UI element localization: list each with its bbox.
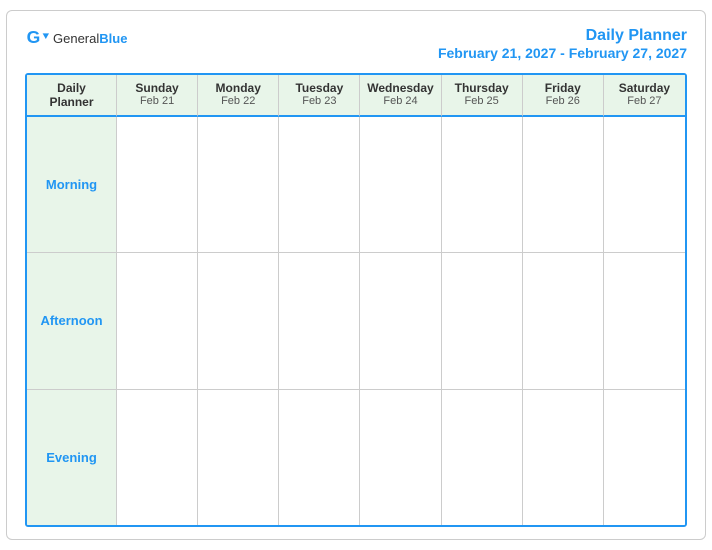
label-evening: Evening — [27, 390, 117, 525]
title-block: Daily Planner February 21, 2027 - Februa… — [438, 27, 687, 61]
morning-sat[interactable] — [604, 117, 685, 252]
logo-blue: Blue — [99, 31, 127, 46]
evening-mon[interactable] — [198, 390, 279, 525]
header: G GeneralBlue Daily Planner February 21,… — [25, 27, 687, 61]
logo-icon: G — [25, 27, 49, 51]
page: G GeneralBlue Daily Planner February 21,… — [6, 10, 706, 540]
header-date-0: Feb 21 — [121, 95, 193, 107]
header-col-0: Sunday Feb 21 — [117, 75, 198, 117]
afternoon-sat[interactable] — [604, 253, 685, 388]
afternoon-mon[interactable] — [198, 253, 279, 388]
morning-tue[interactable] — [279, 117, 360, 252]
header-day-5: Friday — [527, 81, 599, 95]
evening-fri[interactable] — [523, 390, 604, 525]
logo: G GeneralBlue — [25, 27, 127, 51]
afternoon-fri[interactable] — [523, 253, 604, 388]
header-date-3: Feb 24 — [364, 95, 436, 107]
evening-sat[interactable] — [604, 390, 685, 525]
header-date-5: Feb 26 — [527, 95, 599, 107]
evening-wed[interactable] — [360, 390, 441, 525]
header-date-1: Feb 22 — [202, 95, 274, 107]
header-day-0: Sunday — [121, 81, 193, 95]
header-col-5: Friday Feb 26 — [523, 75, 604, 117]
morning-fri[interactable] — [523, 117, 604, 252]
header-col-1: Monday Feb 22 — [198, 75, 279, 117]
row-evening: Evening — [27, 390, 685, 525]
header-day-6: Saturday — [608, 81, 681, 95]
header-date-4: Feb 25 — [446, 95, 518, 107]
logo-text: GeneralBlue — [53, 31, 127, 47]
afternoon-thu[interactable] — [442, 253, 523, 388]
header-day-4: Thursday — [446, 81, 518, 95]
calendar-header-row: Daily Planner Sunday Feb 21 Monday Feb 2… — [27, 75, 685, 117]
label-morning: Morning — [27, 117, 117, 252]
morning-sun[interactable] — [117, 117, 198, 252]
date-range: February 21, 2027 - February 27, 2027 — [438, 45, 687, 61]
morning-mon[interactable] — [198, 117, 279, 252]
afternoon-wed[interactable] — [360, 253, 441, 388]
morning-thu[interactable] — [442, 117, 523, 252]
calendar: Daily Planner Sunday Feb 21 Monday Feb 2… — [25, 73, 687, 527]
header-date-6: Feb 27 — [608, 95, 681, 107]
afternoon-tue[interactable] — [279, 253, 360, 388]
main-title: Daily Planner — [438, 27, 687, 45]
morning-wed[interactable] — [360, 117, 441, 252]
header-day-3: Wednesday — [364, 81, 436, 95]
label-afternoon: Afternoon — [27, 253, 117, 388]
calendar-body: Morning Afternoon — [27, 117, 685, 525]
svg-text:G: G — [27, 27, 41, 47]
header-date-2: Feb 23 — [283, 95, 355, 107]
header-day-2: Tuesday — [283, 81, 355, 95]
evening-sun[interactable] — [117, 390, 198, 525]
row-afternoon: Afternoon — [27, 253, 685, 389]
header-col-2: Tuesday Feb 23 — [279, 75, 360, 117]
header-col-6: Saturday Feb 27 — [604, 75, 685, 117]
header-daily: Daily — [57, 81, 86, 95]
logo-general: General — [53, 31, 99, 46]
evening-tue[interactable] — [279, 390, 360, 525]
header-first-col: Daily Planner — [27, 75, 117, 117]
afternoon-sun[interactable] — [117, 253, 198, 388]
header-planner: Planner — [49, 95, 93, 109]
header-day-1: Monday — [202, 81, 274, 95]
header-col-4: Thursday Feb 25 — [442, 75, 523, 117]
row-morning: Morning — [27, 117, 685, 253]
header-col-3: Wednesday Feb 24 — [360, 75, 441, 117]
evening-thu[interactable] — [442, 390, 523, 525]
